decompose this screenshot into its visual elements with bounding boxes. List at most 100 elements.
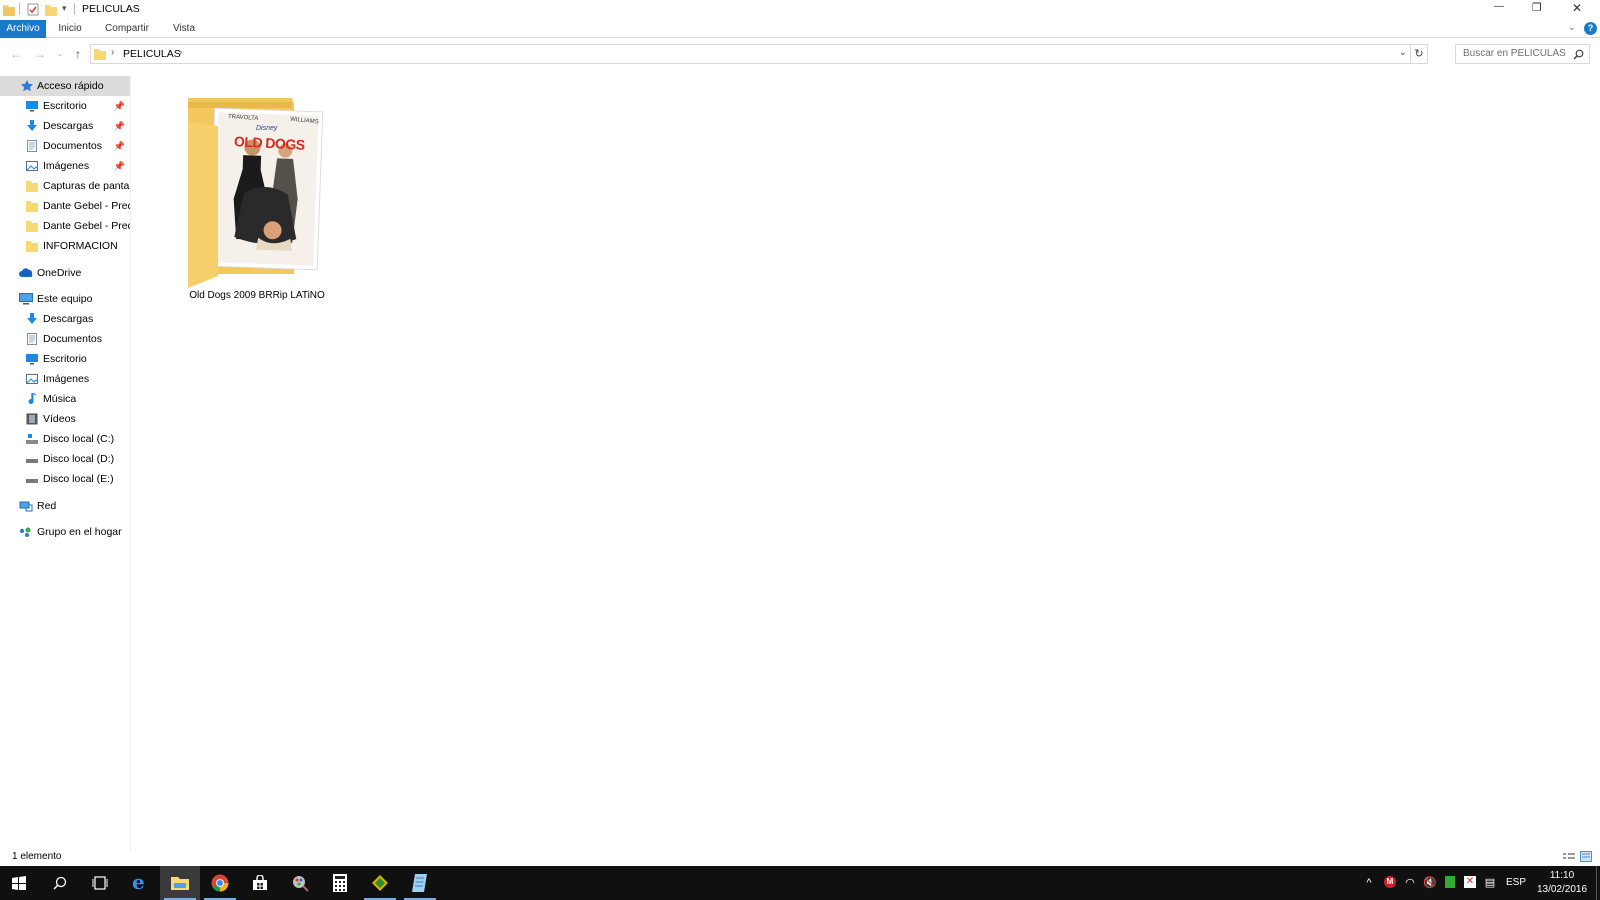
tray-chevron-icon[interactable]: ^ [1362,866,1376,900]
taskbar-file-explorer[interactable] [160,866,200,900]
sidebar-item-disco-d[interactable]: Disco local (D:) [0,449,130,469]
edge-icon: e [132,870,145,894]
clock-date: 13/02/2016 [1536,884,1588,895]
sidebar-item-imagenes[interactable]: Imágenes 📌 [0,156,130,176]
address-dropdown-icon[interactable]: ⌄ [1399,47,1407,58]
title-bar: ▾ PELICULAS — ❐ ✕ [0,0,1600,20]
language-indicator[interactable]: ESP [1504,866,1528,900]
status-bar: 1 elemento [0,846,1600,866]
task-view-button[interactable] [80,866,120,900]
taskbar-search-button[interactable] [40,866,80,900]
sidebar-item-pc-videos[interactable]: Vídeos [0,409,130,429]
video-icon [26,413,38,425]
qat-dropdown-icon[interactable]: ▾ [62,3,67,14]
homegroup-icon [19,527,31,537]
sidebar-item-capturas[interactable]: Capturas de pantalla [0,176,130,196]
tab-inicio[interactable]: Inicio [52,20,88,38]
sidebar-item-pc-imagenes[interactable]: Imágenes [0,369,130,389]
sidebar-item-dante-gebel-2[interactable]: Dante Gebel - Predicas [0,216,130,236]
sidebar-item-pc-documentos[interactable]: Documentos [0,329,130,349]
start-button[interactable] [0,866,40,900]
search-icon[interactable] [1573,49,1584,60]
minimize-button[interactable]: — [1494,1,1504,12]
show-desktop-button[interactable] [1596,866,1597,900]
pin-icon[interactable]: 📌 [114,116,125,136]
folder-icon [3,5,15,16]
download-icon [27,120,37,131]
qat-divider [19,3,20,15]
star-pin-icon [21,80,33,92]
file-explorer-icon [171,877,189,890]
restore-button[interactable]: ❐ [1532,1,1542,14]
taskbar-calculator[interactable] [320,866,360,900]
sidebar-item-pc-musica[interactable]: Música [0,389,130,409]
sidebar-item-grupo-hogar[interactable]: Grupo en el hogar [0,522,130,542]
breadcrumb-separator-icon[interactable]: › [179,47,182,58]
back-arrow-icon[interactable]: ← [8,42,24,66]
taskbar-app-paint[interactable] [280,866,320,900]
network-icon [19,501,33,512]
sidebar-item-red[interactable]: Red [0,496,130,516]
sidebar-item-informacion[interactable]: INFORMACION [0,236,130,256]
tab-compartir[interactable]: Compartir [100,20,154,38]
action-center-icon[interactable]: ▤ [1482,866,1498,900]
taskbar-edge[interactable]: e [120,866,160,900]
sidebar-item-pc-descargas[interactable]: Descargas [0,309,130,329]
folder-icon [26,181,38,192]
sidebar-item-pc-escritorio[interactable]: Escritorio [0,349,130,369]
sidebar-item-dante-gebel-1[interactable]: Dante Gebel - Predicas [0,196,130,216]
notepad-icon [412,874,427,892]
wifi-icon[interactable]: ◠ [1402,866,1418,900]
pin-icon[interactable]: 📌 [114,136,125,156]
expand-ribbon-icon[interactable]: ⌄ [1568,22,1576,33]
search-input[interactable]: Buscar en PELICULAS [1455,44,1590,64]
breadcrumb-peliculas[interactable]: PELICULAS [123,48,181,60]
volume-muted-icon[interactable]: 🔇 [1422,866,1438,900]
address-input[interactable]: › PELICULAS › ⌄ ↻ [90,44,1428,64]
folder-item-label[interactable]: Old Dogs 2009 BRRip LATiNO [174,290,340,301]
details-view-icon[interactable] [1563,852,1575,862]
sidebar-item-escritorio[interactable]: Escritorio 📌 [0,96,130,116]
up-arrow-icon[interactable]: ↑ [70,42,86,66]
pictures-icon [26,161,38,171]
battery-icon[interactable] [1442,866,1458,900]
breadcrumb-separator-icon[interactable]: › [111,47,114,58]
refresh-icon[interactable]: ↻ [1410,44,1428,64]
forward-arrow-icon[interactable]: → [32,42,48,66]
sidebar-item-disco-c[interactable]: Disco local (C:) [0,429,130,449]
taskbar-store[interactable] [240,866,280,900]
computer-icon [19,293,33,305]
tab-archivo[interactable]: Archivo [0,20,46,38]
store-icon [253,875,267,890]
large-icons-view-icon[interactable] [1580,851,1592,862]
clock[interactable]: 11:10 13/02/2016 [1532,869,1592,897]
pin-icon[interactable]: 📌 [114,96,125,116]
sidebar-item-documentos[interactable]: Documentos 📌 [0,136,130,156]
recent-dropdown-icon[interactable]: ⌄ [52,42,68,66]
new-folder-icon[interactable] [45,3,57,16]
help-icon[interactable]: ? [1584,22,1597,35]
folder-icon [26,221,38,232]
download-icon [27,313,37,324]
tray-flag-icon[interactable]: ✕ [1462,866,1478,900]
properties-icon[interactable] [27,3,39,16]
address-bar-row: ← → ⌄ ↑ › PELICULAS › ⌄ ↻ Buscar en PELI… [0,42,1600,66]
sidebar-item-disco-e[interactable]: Disco local (E:) [0,469,130,489]
window-title: PELICULAS [82,3,140,15]
sidebar-item-onedrive[interactable]: OneDrive [0,263,130,283]
chrome-icon [211,874,229,892]
app-icon [372,875,388,891]
tab-vista[interactable]: Vista [166,20,202,38]
folder-icon [94,49,106,60]
close-button[interactable]: ✕ [1572,1,1582,15]
sidebar-item-descargas[interactable]: Descargas 📌 [0,116,130,136]
sidebar-item-acceso-rapido[interactable]: Acceso rápido [0,76,130,96]
taskbar-notepad[interactable] [400,866,440,900]
pictures-icon [26,374,38,384]
taskbar-chrome[interactable] [200,866,240,900]
pin-icon[interactable]: 📌 [114,156,125,176]
taskbar-app-green[interactable] [360,866,400,900]
tray-antivirus-icon[interactable]: M [1382,866,1398,900]
folder-item[interactable]: TRAVOLTA WILLIAMS Disney OLD DOGS Old Do… [182,98,332,318]
sidebar-item-este-equipo[interactable]: Este equipo [0,289,130,309]
